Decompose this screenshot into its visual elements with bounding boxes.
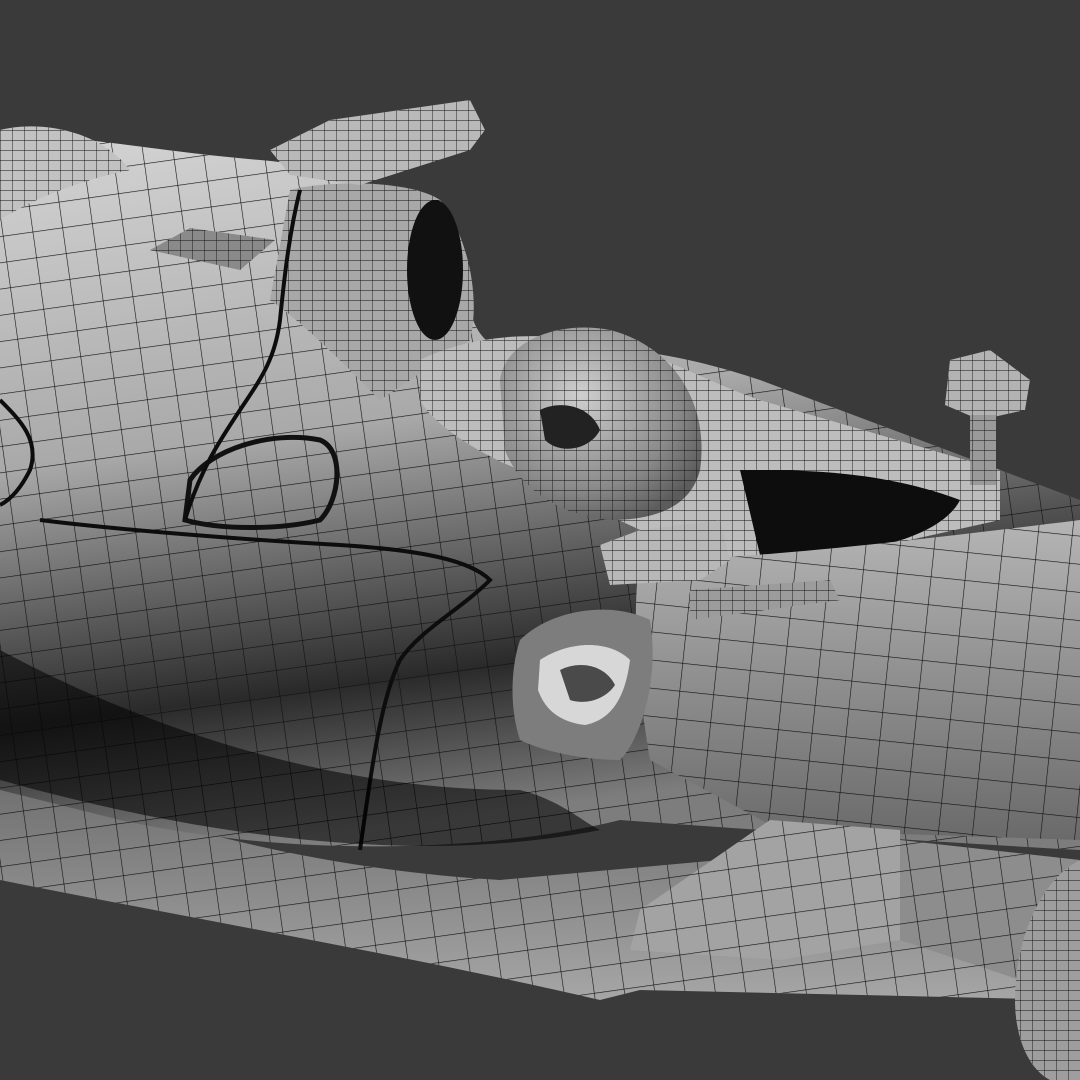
3d-viewport[interactable]	[0, 0, 1080, 1080]
sidepod-inlet	[512, 609, 653, 760]
roll-hoop	[270, 100, 485, 185]
viewport-canvas[interactable]	[0, 0, 1080, 1080]
